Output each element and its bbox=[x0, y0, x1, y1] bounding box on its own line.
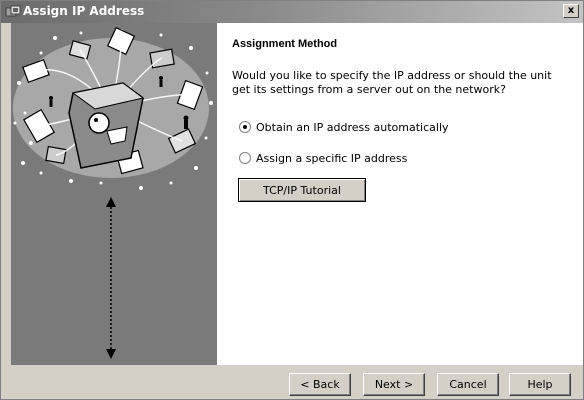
radio-selected-icon[interactable] bbox=[239, 121, 251, 133]
button-bar: < Back Next > Cancel Help bbox=[1, 365, 583, 399]
description-text: Would you like to specify the IP address… bbox=[232, 69, 552, 96]
radio-obtain-automatically[interactable]: Obtain an IP address automatically bbox=[239, 119, 449, 135]
window-title: Assign IP Address bbox=[23, 4, 145, 18]
radio-unselected-icon[interactable] bbox=[239, 152, 251, 164]
cancel-button[interactable]: Cancel bbox=[437, 373, 499, 396]
radio-label-specific[interactable]: Assign a specific IP address bbox=[256, 152, 407, 165]
back-button[interactable]: < Back bbox=[289, 373, 351, 396]
tcpip-tutorial-button[interactable]: TCP/IP Tutorial bbox=[238, 178, 366, 202]
title-bar[interactable]: Assign IP Address x bbox=[1, 1, 583, 23]
network-illustration bbox=[11, 23, 217, 365]
next-button[interactable]: Next > bbox=[363, 373, 425, 396]
close-button[interactable]: x bbox=[563, 4, 579, 18]
radio-assign-specific[interactable]: Assign a specific IP address bbox=[239, 150, 407, 166]
wizard-side-panel bbox=[11, 23, 217, 365]
wizard-content: Assignment Method Would you like to spec… bbox=[217, 23, 583, 365]
radio-label-automatic[interactable]: Obtain an IP address automatically bbox=[256, 121, 449, 134]
help-button[interactable]: Help bbox=[509, 373, 571, 396]
assign-ip-dialog: Assign IP Address x Assignment Method Wo… bbox=[0, 0, 584, 400]
close-icon: x bbox=[567, 5, 575, 16]
section-title: Assignment Method bbox=[232, 38, 338, 50]
app-icon bbox=[5, 5, 21, 17]
